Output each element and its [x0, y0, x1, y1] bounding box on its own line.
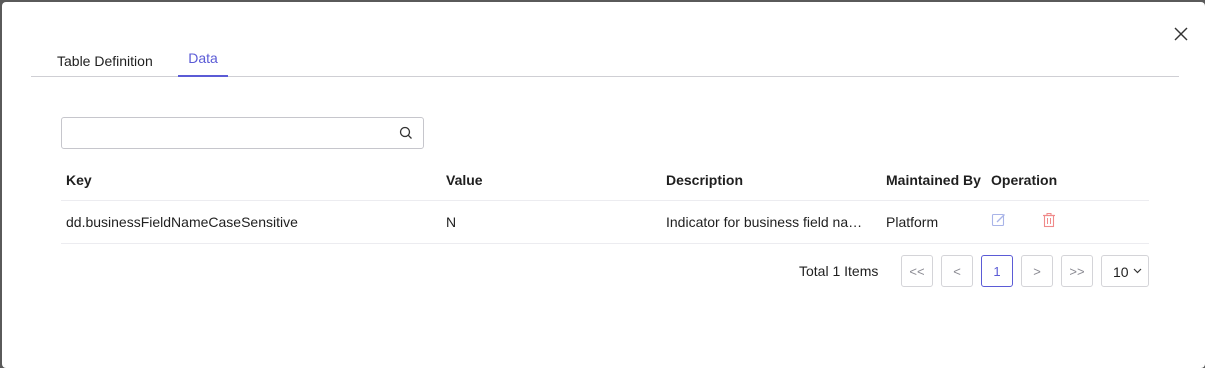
column-header-value: Value [446, 172, 483, 188]
close-icon[interactable] [1172, 25, 1190, 43]
cell-value: N [446, 214, 457, 230]
cell-maintained-by: Platform [886, 214, 939, 230]
column-header-key: Key [66, 172, 92, 188]
delete-icon[interactable] [1041, 212, 1057, 228]
search-icon[interactable] [399, 126, 413, 140]
tab-data[interactable]: Data [178, 50, 228, 77]
last-page-button[interactable]: >> [1061, 255, 1093, 287]
column-header-description: Description [666, 172, 744, 188]
total-items-label: Total 1 Items [799, 263, 879, 279]
column-header-operation: Operation [991, 172, 1058, 188]
search-box [61, 117, 424, 149]
chevron-down-icon [1133, 268, 1142, 274]
edit-icon[interactable] [991, 212, 1007, 228]
page-size-value: 10 [1113, 264, 1129, 280]
cell-key: dd.businessFieldNameCaseSensitive [66, 214, 298, 230]
modal-dialog: Table Definition Data Key Value Descript… [2, 2, 1205, 368]
next-page-button[interactable]: > [1021, 255, 1053, 287]
column-header-maintained-by: Maintained By [886, 172, 981, 188]
tab-bar: Table Definition Data [31, 42, 1179, 77]
page-size-select[interactable]: 10 [1101, 255, 1149, 287]
first-page-button[interactable]: << [901, 255, 933, 287]
tab-table-definition[interactable]: Table Definition [57, 53, 153, 69]
page-1-button[interactable]: 1 [981, 255, 1013, 287]
prev-page-button[interactable]: < [941, 255, 973, 287]
search-input[interactable] [70, 123, 390, 143]
cell-description: Indicator for business field na… [666, 214, 863, 230]
